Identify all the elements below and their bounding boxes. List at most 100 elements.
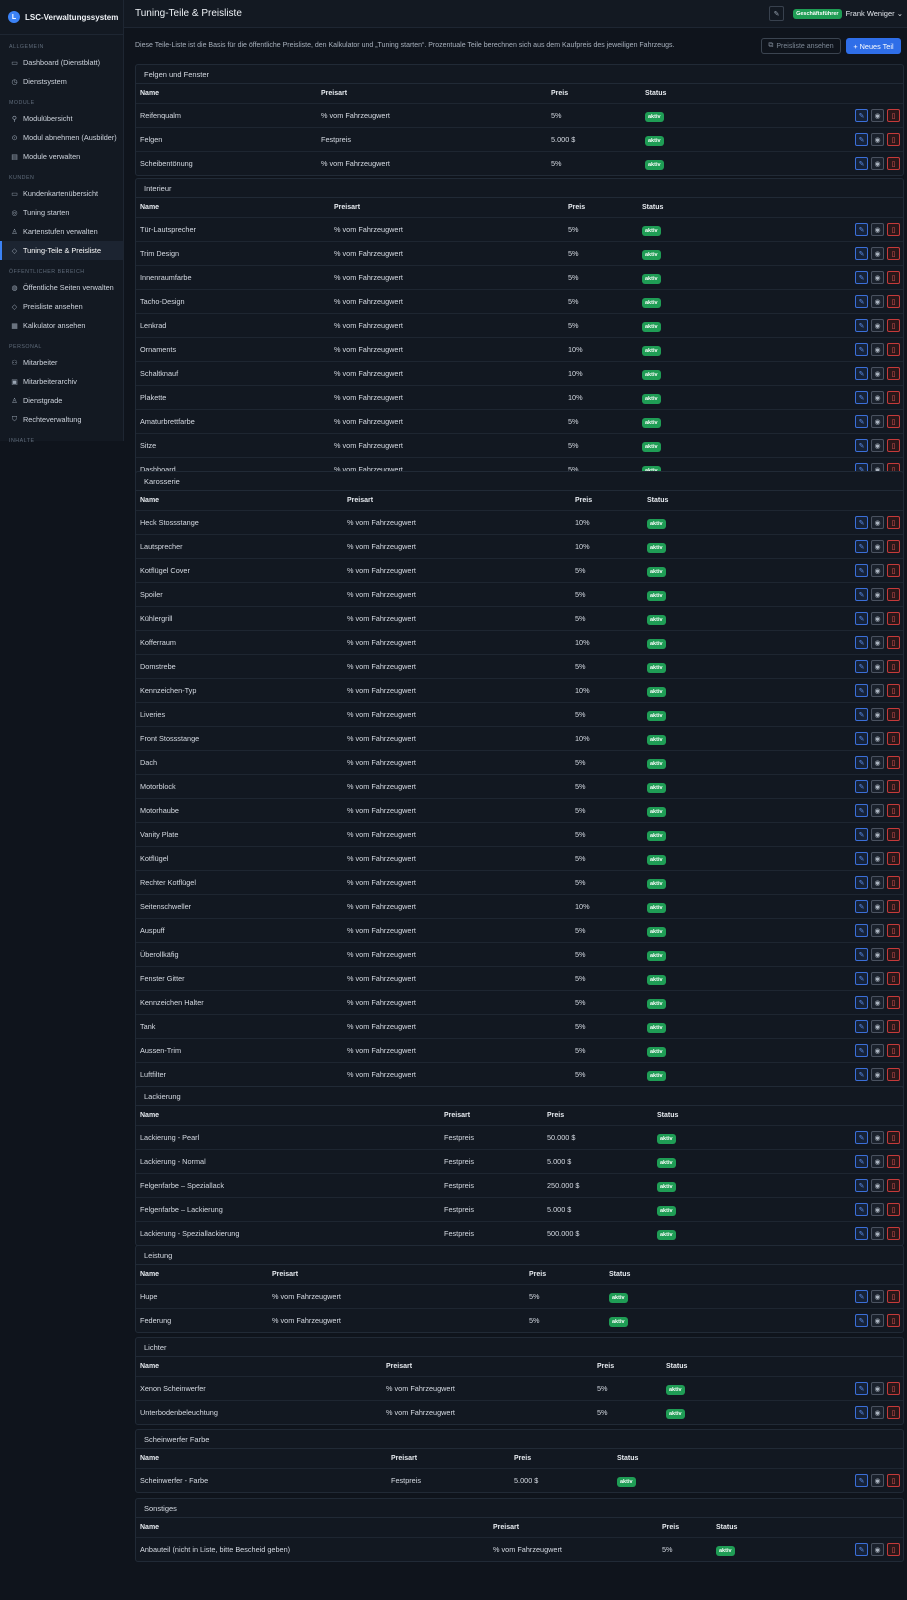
- view-button[interactable]: ◉: [871, 223, 884, 236]
- view-button[interactable]: ◉: [871, 996, 884, 1009]
- edit-button[interactable]: ✎: [855, 756, 868, 769]
- view-button[interactable]: ◉: [871, 1382, 884, 1395]
- view-button[interactable]: ◉: [871, 924, 884, 937]
- edit-button[interactable]: ✎: [855, 900, 868, 913]
- delete-button[interactable]: ▯: [887, 756, 900, 769]
- delete-button[interactable]: ▯: [887, 852, 900, 865]
- edit-button[interactable]: ✎: [855, 1155, 868, 1168]
- edit-button[interactable]: ✎: [855, 109, 868, 122]
- view-button[interactable]: ◉: [871, 271, 884, 284]
- sidebar-item-kalkulator-ansehen[interactable]: ▦ Kalkulator ansehen: [0, 316, 123, 335]
- view-button[interactable]: ◉: [871, 852, 884, 865]
- edit-button[interactable]: ✎: [855, 1227, 868, 1240]
- view-button[interactable]: ◉: [871, 1179, 884, 1192]
- delete-button[interactable]: ▯: [887, 343, 900, 356]
- edit-button[interactable]: ✎: [855, 1290, 868, 1303]
- edit-button[interactable]: ✎: [855, 1068, 868, 1081]
- delete-button[interactable]: ▯: [887, 1382, 900, 1395]
- edit-button[interactable]: ✎: [855, 972, 868, 985]
- delete-button[interactable]: ▯: [887, 223, 900, 236]
- edit-button[interactable]: ✎: [855, 564, 868, 577]
- delete-button[interactable]: ▯: [887, 1155, 900, 1168]
- edit-button[interactable]: ✎: [855, 780, 868, 793]
- edit-button[interactable]: ✎: [855, 636, 868, 649]
- edit-button[interactable]: ✎: [855, 1314, 868, 1327]
- delete-button[interactable]: ▯: [887, 948, 900, 961]
- preview-pricelist-button[interactable]: ⧉ Preisliste ansehen: [761, 38, 841, 54]
- view-button[interactable]: ◉: [871, 1020, 884, 1033]
- view-button[interactable]: ◉: [871, 876, 884, 889]
- delete-button[interactable]: ▯: [887, 1474, 900, 1487]
- view-button[interactable]: ◉: [871, 157, 884, 170]
- view-button[interactable]: ◉: [871, 636, 884, 649]
- delete-button[interactable]: ▯: [887, 828, 900, 841]
- new-part-button[interactable]: + Neues Teil: [846, 38, 901, 54]
- delete-button[interactable]: ▯: [887, 972, 900, 985]
- delete-button[interactable]: ▯: [887, 564, 900, 577]
- delete-button[interactable]: ▯: [887, 1406, 900, 1419]
- edit-button[interactable]: ✎: [855, 540, 868, 553]
- delete-button[interactable]: ▯: [887, 996, 900, 1009]
- edit-button[interactable]: ✎: [855, 391, 868, 404]
- view-button[interactable]: ◉: [871, 564, 884, 577]
- delete-button[interactable]: ▯: [887, 1068, 900, 1081]
- delete-button[interactable]: ▯: [887, 804, 900, 817]
- view-button[interactable]: ◉: [871, 684, 884, 697]
- view-button[interactable]: ◉: [871, 415, 884, 428]
- delete-button[interactable]: ▯: [887, 1543, 900, 1556]
- edit-button[interactable]: ✎: [855, 996, 868, 1009]
- delete-button[interactable]: ▯: [887, 319, 900, 332]
- view-button[interactable]: ◉: [871, 439, 884, 452]
- edit-button[interactable]: ✎: [855, 319, 868, 332]
- view-button[interactable]: ◉: [871, 948, 884, 961]
- view-button[interactable]: ◉: [871, 516, 884, 529]
- view-button[interactable]: ◉: [871, 133, 884, 146]
- view-button[interactable]: ◉: [871, 1290, 884, 1303]
- sidebar-item-modul-abnehmen-ausbilder[interactable]: ⊙ Modul abnehmen (Ausbilder): [0, 128, 123, 147]
- sidebar-item-dienstsystem[interactable]: ◷ Dienstsystem: [0, 72, 123, 91]
- view-button[interactable]: ◉: [871, 295, 884, 308]
- sidebar-item-mitarbeiterarchiv[interactable]: ▣ Mitarbeiterarchiv: [0, 372, 123, 391]
- edit-button[interactable]: ✎: [855, 588, 868, 601]
- delete-button[interactable]: ▯: [887, 516, 900, 529]
- edit-button[interactable]: ✎: [855, 1179, 868, 1192]
- edit-button[interactable]: ✎: [855, 415, 868, 428]
- edit-button[interactable]: ✎: [855, 295, 868, 308]
- delete-button[interactable]: ▯: [887, 660, 900, 673]
- sidebar-item-modulübersicht[interactable]: ⚲ Modulübersicht: [0, 109, 123, 128]
- delete-button[interactable]: ▯: [887, 295, 900, 308]
- sidebar-item-preisliste-ansehen[interactable]: ◇ Preisliste ansehen: [0, 297, 123, 316]
- delete-button[interactable]: ▯: [887, 684, 900, 697]
- view-button[interactable]: ◉: [871, 1203, 884, 1216]
- edit-button[interactable]: ✎: [855, 660, 868, 673]
- sidebar-item-dienstgrade[interactable]: ♙ Dienstgrade: [0, 391, 123, 410]
- delete-button[interactable]: ▯: [887, 391, 900, 404]
- delete-button[interactable]: ▯: [887, 1227, 900, 1240]
- delete-button[interactable]: ▯: [887, 900, 900, 913]
- view-button[interactable]: ◉: [871, 319, 884, 332]
- edit-button[interactable]: ✎: [855, 1044, 868, 1057]
- edit-button[interactable]: ✎: [855, 1203, 868, 1216]
- edit-button[interactable]: ✎: [855, 223, 868, 236]
- view-button[interactable]: ◉: [871, 1155, 884, 1168]
- view-button[interactable]: ◉: [871, 1543, 884, 1556]
- delete-button[interactable]: ▯: [887, 1131, 900, 1144]
- delete-button[interactable]: ▯: [887, 247, 900, 260]
- view-button[interactable]: ◉: [871, 972, 884, 985]
- edit-button[interactable]: ✎: [855, 1020, 868, 1033]
- edit-icon[interactable]: ✎: [769, 6, 785, 21]
- delete-button[interactable]: ▯: [887, 780, 900, 793]
- view-button[interactable]: ◉: [871, 367, 884, 380]
- view-button[interactable]: ◉: [871, 828, 884, 841]
- edit-button[interactable]: ✎: [855, 1382, 868, 1395]
- edit-button[interactable]: ✎: [855, 828, 868, 841]
- view-button[interactable]: ◉: [871, 804, 884, 817]
- delete-button[interactable]: ▯: [887, 1290, 900, 1303]
- user-menu[interactable]: Frank Weniger ⌄: [846, 9, 903, 18]
- view-button[interactable]: ◉: [871, 1406, 884, 1419]
- edit-button[interactable]: ✎: [855, 1131, 868, 1144]
- edit-button[interactable]: ✎: [855, 876, 868, 889]
- delete-button[interactable]: ▯: [887, 415, 900, 428]
- delete-button[interactable]: ▯: [887, 924, 900, 937]
- sidebar-item-dashboard-dienstblatt[interactable]: ▭ Dashboard (Dienstblatt): [0, 53, 123, 72]
